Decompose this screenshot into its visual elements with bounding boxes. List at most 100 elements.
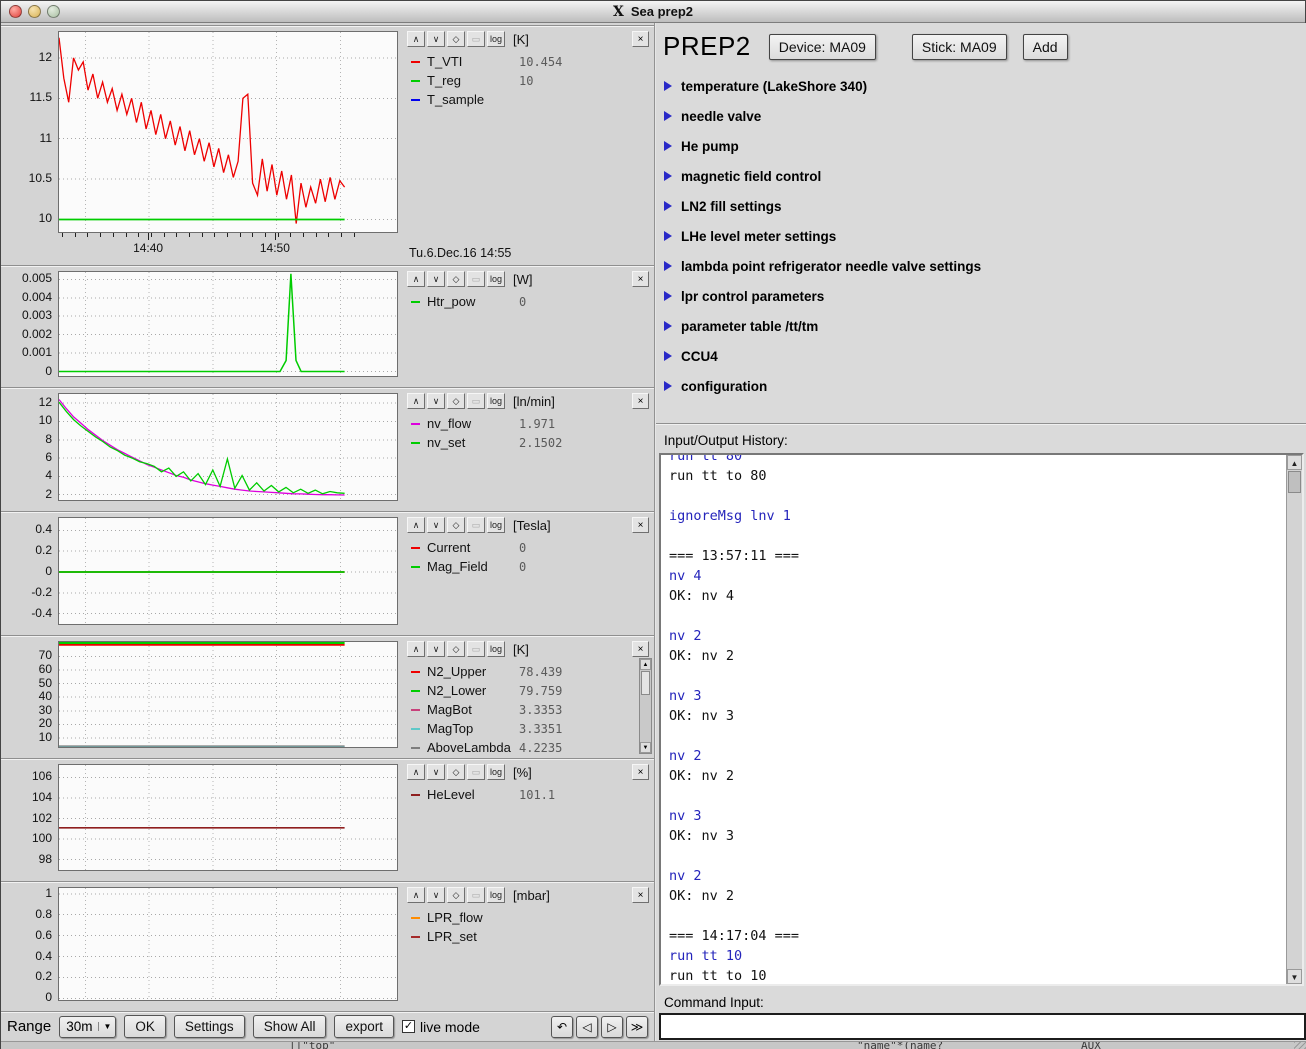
add-button[interactable]: Add	[1023, 34, 1068, 60]
scroll-down-button[interactable]: ∨	[427, 764, 445, 780]
undo-zoom-button[interactable]: ↶	[551, 1016, 573, 1038]
title-bar[interactable]: X Sea prep2	[1, 1, 1305, 23]
scroll-down-button[interactable]: ∨	[427, 393, 445, 409]
scrollbar-thumb[interactable]	[1288, 471, 1301, 493]
device-button[interactable]: Device: MA09	[769, 34, 876, 60]
tree-item-8[interactable]: lpr control parameters	[664, 281, 1306, 311]
legend-scrollbar[interactable]: ▲▼	[639, 658, 652, 754]
lin-scale-button[interactable]: ▭	[467, 271, 485, 287]
show-all-button[interactable]: Show All	[253, 1015, 327, 1038]
close-chart-button[interactable]: ×	[632, 641, 649, 657]
expand-triangle-icon[interactable]	[664, 81, 672, 91]
scrollbar-thumb[interactable]	[641, 671, 650, 695]
tree-item-1[interactable]: temperature (LakeShore 340)	[664, 71, 1306, 101]
expand-triangle-icon[interactable]	[664, 171, 672, 181]
close-window-button[interactable]	[9, 5, 22, 18]
scroll-down-button[interactable]: ∨	[427, 887, 445, 903]
scroll-down-button[interactable]: ∨	[427, 641, 445, 657]
scroll-up-button[interactable]: ∧	[407, 641, 425, 657]
scrollbar-down-icon[interactable]: ▼	[1287, 969, 1302, 984]
plot-canvas[interactable]	[58, 887, 398, 1001]
close-chart-button[interactable]: ×	[632, 764, 649, 780]
lin-scale-button[interactable]: ▭	[467, 393, 485, 409]
minimize-window-button[interactable]	[28, 5, 41, 18]
zoom-window-button[interactable]	[47, 5, 60, 18]
zoom-button[interactable]: ◇	[447, 517, 465, 533]
range-select[interactable]: 30m ▼	[59, 1016, 116, 1038]
expand-triangle-icon[interactable]	[664, 351, 672, 361]
lin-scale-button[interactable]: ▭	[467, 31, 485, 47]
plot-canvas[interactable]	[58, 31, 398, 233]
lin-scale-button[interactable]: ▭	[467, 764, 485, 780]
scroll-down-button[interactable]: ∨	[427, 31, 445, 47]
settings-button[interactable]: Settings	[174, 1015, 245, 1038]
expand-triangle-icon[interactable]	[664, 261, 672, 271]
zoom-button[interactable]: ◇	[447, 764, 465, 780]
plot-canvas[interactable]	[58, 517, 398, 625]
scroll-down-button[interactable]: ∨	[427, 517, 445, 533]
scroll-up-button[interactable]: ∧	[407, 517, 425, 533]
command-input[interactable]	[659, 1013, 1306, 1040]
tree-item-10[interactable]: CCU4	[664, 341, 1306, 371]
scrollbar-up-icon[interactable]: ▲	[1287, 455, 1302, 470]
history-scrollbar[interactable]: ▲ ▼	[1286, 455, 1302, 984]
ok-button[interactable]: OK	[124, 1015, 166, 1038]
expand-triangle-icon[interactable]	[664, 321, 672, 331]
expand-triangle-icon[interactable]	[664, 141, 672, 151]
close-chart-button[interactable]: ×	[632, 517, 649, 533]
tree-item-3[interactable]: He pump	[664, 131, 1306, 161]
scrollbar-up-icon[interactable]: ▲	[640, 659, 651, 670]
zoom-button[interactable]: ◇	[447, 641, 465, 657]
close-chart-button[interactable]: ×	[632, 393, 649, 409]
expand-triangle-icon[interactable]	[664, 231, 672, 241]
lin-scale-button[interactable]: ▭	[467, 641, 485, 657]
tree-item-9[interactable]: parameter table /tt/tm	[664, 311, 1306, 341]
log-scale-button[interactable]: log	[487, 764, 505, 780]
pan-right-button[interactable]: ▷	[601, 1016, 623, 1038]
lin-scale-button[interactable]: ▭	[467, 517, 485, 533]
plot-canvas[interactable]	[58, 393, 398, 501]
io-history[interactable]: run tt 80run tt to 80 ignoreMsg lnv 1 ==…	[659, 453, 1304, 986]
scroll-up-button[interactable]: ∧	[407, 764, 425, 780]
live-mode-checkbox[interactable]: ✓	[402, 1020, 415, 1033]
tree-item-11[interactable]: configuration	[664, 371, 1306, 401]
lin-scale-button[interactable]: ▭	[467, 887, 485, 903]
tree-item-2[interactable]: needle valve	[664, 101, 1306, 131]
tree-item-4[interactable]: magnetic field control	[664, 161, 1306, 191]
tree-item-6[interactable]: LHe level meter settings	[664, 221, 1306, 251]
export-button[interactable]: export	[334, 1015, 394, 1038]
console-line	[669, 486, 1280, 506]
stick-button[interactable]: Stick: MA09	[912, 34, 1007, 60]
log-scale-button[interactable]: log	[487, 517, 505, 533]
expand-triangle-icon[interactable]	[664, 291, 672, 301]
scroll-up-button[interactable]: ∧	[407, 887, 425, 903]
expand-triangle-icon[interactable]	[664, 201, 672, 211]
log-scale-button[interactable]: log	[487, 887, 505, 903]
scroll-up-button[interactable]: ∧	[407, 31, 425, 47]
expand-triangle-icon[interactable]	[664, 111, 672, 121]
close-chart-button[interactable]: ×	[632, 271, 649, 287]
plot-canvas[interactable]	[58, 764, 398, 871]
log-scale-button[interactable]: log	[487, 641, 505, 657]
scrollbar-down-icon[interactable]: ▼	[640, 742, 651, 753]
close-chart-button[interactable]: ×	[632, 887, 649, 903]
pan-to-end-button[interactable]: ≫	[626, 1016, 648, 1038]
plot-canvas[interactable]	[58, 641, 398, 748]
log-scale-button[interactable]: log	[487, 393, 505, 409]
tree-item-5[interactable]: LN2 fill settings	[664, 191, 1306, 221]
pan-left-button[interactable]: ◁	[576, 1016, 598, 1038]
expand-triangle-icon[interactable]	[664, 381, 672, 391]
tree-item-7[interactable]: lambda point refrigerator needle valve s…	[664, 251, 1306, 281]
zoom-button[interactable]: ◇	[447, 393, 465, 409]
scroll-up-button[interactable]: ∧	[407, 271, 425, 287]
scroll-down-button[interactable]: ∨	[427, 271, 445, 287]
log-scale-button[interactable]: log	[487, 31, 505, 47]
log-scale-button[interactable]: log	[487, 271, 505, 287]
plot-canvas[interactable]	[58, 271, 398, 377]
resize-grip-icon[interactable]	[1294, 1042, 1306, 1049]
zoom-button[interactable]: ◇	[447, 887, 465, 903]
close-chart-button[interactable]: ×	[632, 31, 649, 47]
zoom-button[interactable]: ◇	[447, 271, 465, 287]
zoom-button[interactable]: ◇	[447, 31, 465, 47]
scroll-up-button[interactable]: ∧	[407, 393, 425, 409]
